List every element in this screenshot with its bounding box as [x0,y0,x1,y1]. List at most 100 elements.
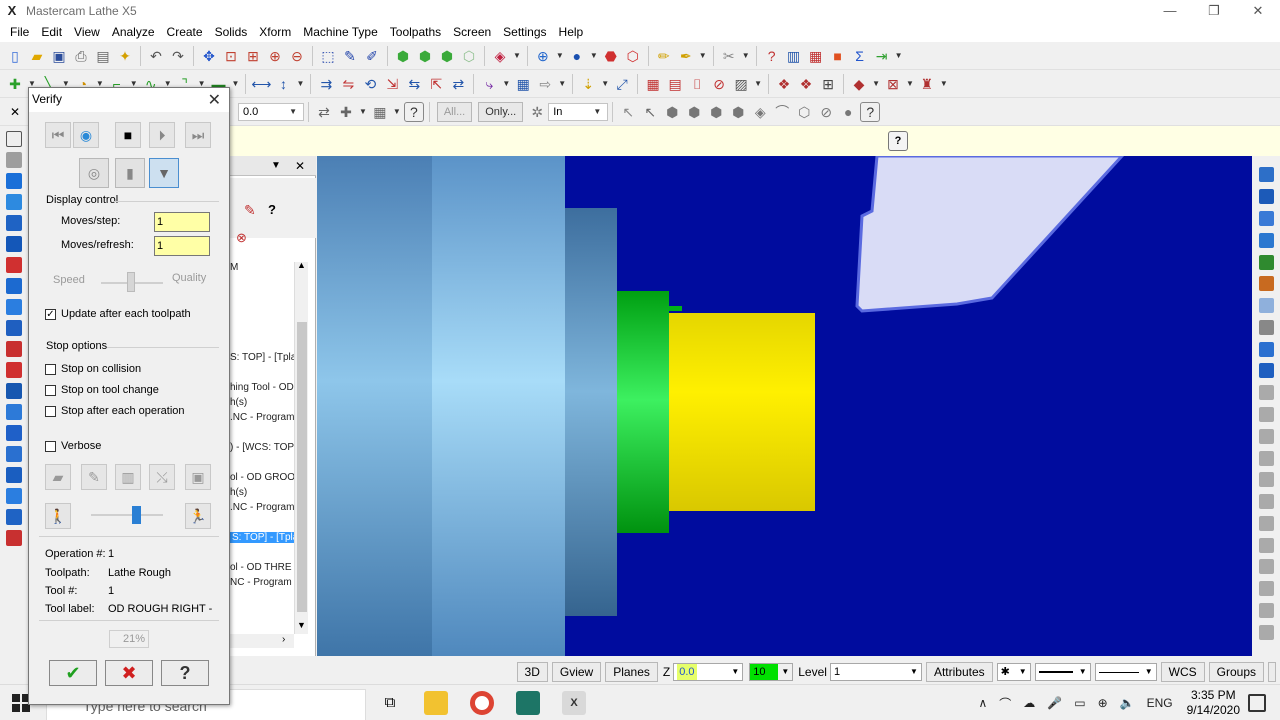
menu-view[interactable]: View [68,22,106,42]
open-file-icon[interactable]: ▰ [27,46,47,66]
top-view-icon[interactable]: ⬢ [415,46,435,66]
pycharm-icon[interactable] [516,691,540,715]
camera-icon[interactable]: ▰ [45,464,71,490]
point-style-field[interactable]: ✱ ▼ [996,663,1031,681]
view-3d-button[interactable]: 3D [516,662,548,682]
simulate-icon[interactable]: ❖ [774,74,794,94]
chevron-down-icon[interactable]: ▼ [502,79,510,88]
sheet-icon[interactable] [5,151,22,168]
update-after-toolpath-checkbox[interactable]: ✓ Update after each toolpath [45,308,191,320]
menu-edit[interactable]: Edit [35,22,68,42]
ribbon-help-icon[interactable]: ? [403,101,424,122]
post-icon[interactable]: ⊠ [883,74,903,94]
globe-icon[interactable]: ⊕ [533,46,553,66]
ops-vertical-scrollbar[interactable]: ▲ ▼ [294,260,308,634]
ops-horizontal-scrollbar[interactable]: › [230,634,294,648]
layers-icon[interactable] [1258,363,1274,379]
chamfer-right-icon[interactable] [1258,232,1274,248]
menu-create[interactable]: Create [161,22,209,42]
grey-tool-icon[interactable] [1258,559,1274,575]
flag-icon[interactable] [5,529,22,546]
dimension-icon[interactable]: ⟷ [251,74,271,94]
close-icon[interactable]: ✕ [292,158,308,174]
help-query-icon[interactable]: ? [762,46,782,66]
cylinder-icon[interactable]: ▮ [115,158,145,188]
onedrive-icon[interactable]: ☁ [1023,696,1035,710]
solid-select-icon[interactable]: ⬢ [662,102,682,122]
window-select-icon[interactable]: ↖ [640,102,660,122]
task-view-icon[interactable]: ⧉ [378,691,402,715]
verbose-checkbox[interactable]: Verbose [45,440,101,452]
grey-tool-icon[interactable] [1258,385,1274,401]
menu-analyze[interactable]: Analyze [106,22,161,42]
mastercam-taskbar-icon[interactable]: X [562,691,586,715]
help-icon[interactable]: ? [888,131,908,151]
measure-icon[interactable]: ⤯ [149,464,175,490]
backplot-icon[interactable]: ▨ [731,74,751,94]
link-icon[interactable] [1258,341,1274,357]
cursor-icon[interactable]: ↖ [618,102,638,122]
sphere-icon[interactable]: ● [567,46,587,66]
select-only-button[interactable]: Only... [478,101,524,122]
plunge-icon[interactable] [5,445,22,462]
face-icon[interactable] [5,172,22,189]
line-style-field[interactable]: ▼ [1034,663,1091,681]
trim-icon[interactable]: ✂ [719,46,739,66]
chuck-icon[interactable]: ▤ [665,74,685,94]
gview-button[interactable]: Gview [551,662,602,682]
quick-icon[interactable] [5,382,22,399]
front-view-icon[interactable]: ⬢ [437,46,457,66]
ruler-icon[interactable] [1258,189,1274,205]
walk-icon[interactable]: 🚶 [45,503,71,529]
ok-button[interactable]: ✔ [49,660,97,686]
menu-settings[interactable]: Settings [497,22,552,42]
scroll-up-icon[interactable]: ▲ [297,260,306,270]
fast-forward-button[interactable]: ⏭ [185,122,211,148]
chain-select-icon[interactable]: ⌒ [772,102,792,122]
battery-icon[interactable]: ▭ [1074,696,1085,710]
help-button[interactable]: ? [161,660,209,686]
chevron-down-icon[interactable]: ▼ [872,79,880,88]
speed-quality-thumb[interactable] [127,272,135,292]
sigma-icon[interactable]: Σ [850,46,870,66]
steady-rest-icon[interactable]: ⊘ [709,74,729,94]
line-width-field[interactable]: ▼ [1094,663,1157,681]
close-icon[interactable]: ✕ [208,90,221,110]
sphere-select-icon[interactable]: ● [838,102,858,122]
tailstock-icon[interactable]: ⌷ [687,74,707,94]
restore-button[interactable]: ❐ [1192,0,1236,22]
chevron-down-icon[interactable]: ▼ [558,79,566,88]
chevron-down-icon[interactable]: ▼ [895,51,903,60]
curve-icon[interactable] [1258,319,1274,335]
stop-on-collision-checkbox[interactable]: Stop on collision [45,363,141,375]
groups-button[interactable]: Groups [1208,662,1264,682]
pan-icon[interactable]: ✥ [199,46,219,66]
transform-icon[interactable]: ⤢ [612,74,632,94]
component-icon[interactable] [5,424,22,441]
grey-tool-icon[interactable] [1258,624,1274,640]
minimize-button[interactable]: — [1148,0,1192,22]
operation-icon[interactable]: ⇨ [535,74,555,94]
print-preview-icon[interactable]: ▤ [93,46,113,66]
chamfer-lathe-icon[interactable] [5,193,22,210]
chevron-down-icon[interactable]: ▼ [393,107,401,116]
network-icon[interactable]: ⌒ [999,695,1011,712]
wire-shade-icon[interactable]: ⬡ [623,46,643,66]
level-field[interactable]: 1 ▼ [829,663,922,681]
list-item[interactable]: ol - OD THRE [230,562,292,573]
wcs-button[interactable]: WCS [1160,662,1205,682]
iso-view-icon[interactable]: ⬡ [459,46,479,66]
clear-colors-icon[interactable]: ✐ [362,46,382,66]
options-icon[interactable]: ✦ [115,46,135,66]
stop-on-tool-change-checkbox[interactable]: Stop on tool change [45,384,159,396]
machine-icon[interactable]: ⊞ [818,74,838,94]
save-icon[interactable]: ▣ [49,46,69,66]
list-item[interactable]: h(s) [230,487,247,498]
contour-icon[interactable] [5,466,22,483]
new-file-icon[interactable]: ▯ [5,46,25,66]
sort-icon[interactable]: ⇣ [578,74,598,94]
cube-view-icon[interactable]: ⬢ [393,46,413,66]
grey-tool-icon[interactable] [1258,450,1274,466]
chevron-down-icon[interactable]: ▼ [513,51,521,60]
loop-select-icon[interactable]: ⬡ [794,102,814,122]
